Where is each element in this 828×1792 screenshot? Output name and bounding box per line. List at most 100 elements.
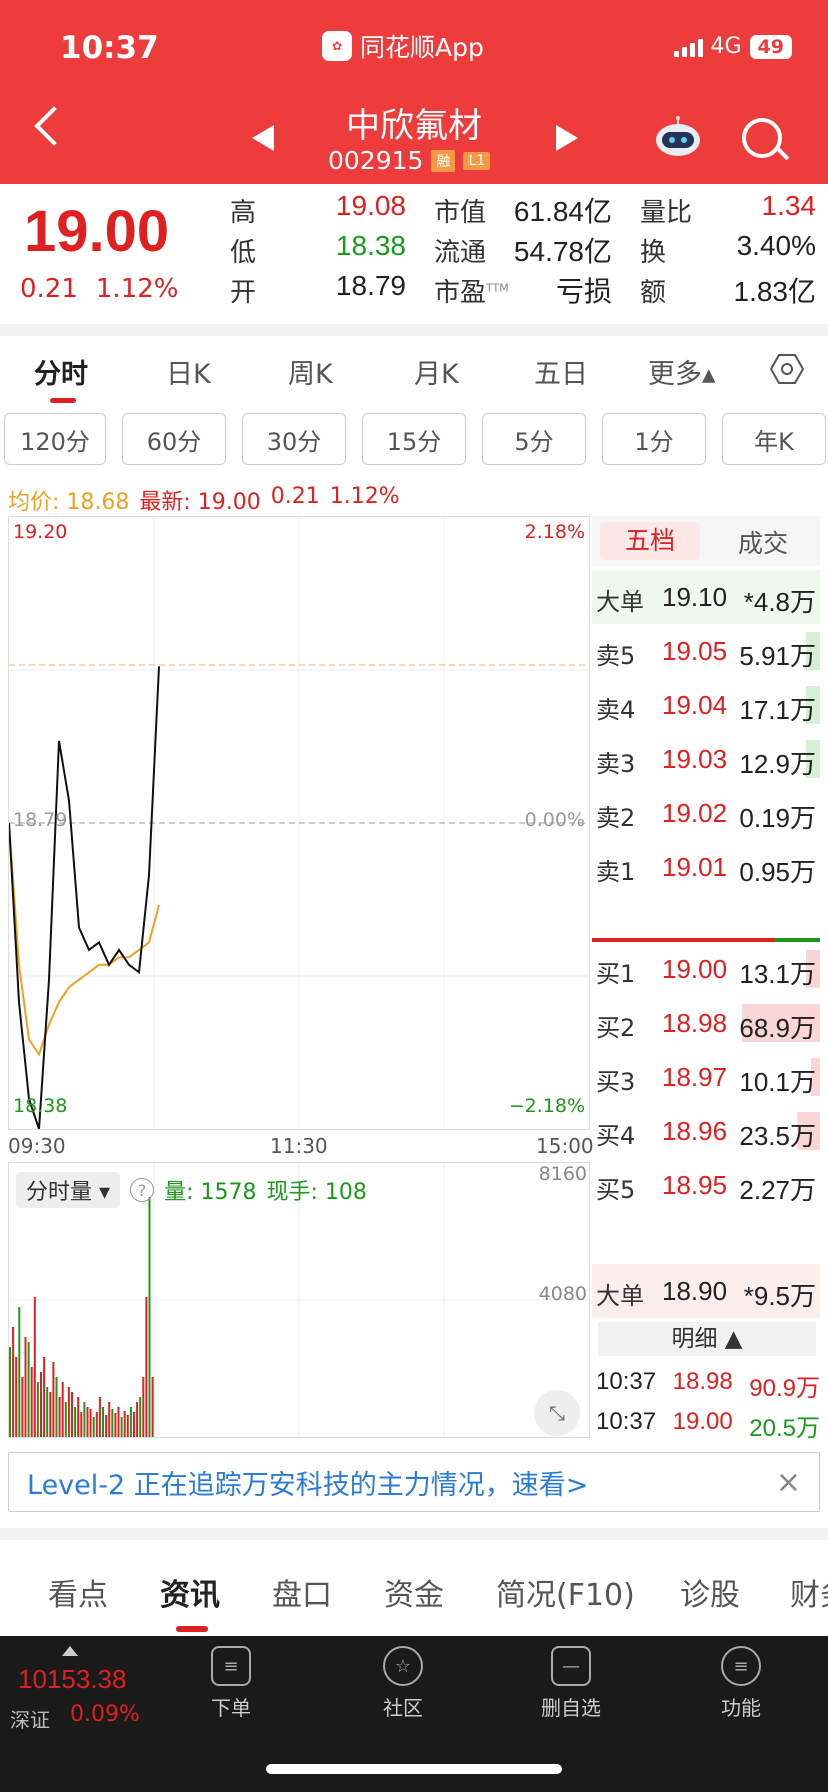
trade-volume: 90.9万	[749, 1375, 820, 1402]
info-tab-underline	[176, 1626, 208, 1632]
vol-mid-label: 4080	[538, 1283, 587, 1305]
ask-row: 卖4 19.04 17.1万	[592, 678, 820, 732]
expand-icon[interactable]: ⤡	[534, 1390, 580, 1436]
bid-price: 18.96	[662, 1116, 728, 1146]
remove-watchlist-icon: —	[551, 1646, 591, 1686]
chart-settings-icon[interactable]	[770, 352, 804, 386]
high-label: 高	[230, 198, 257, 228]
functions-icon: ≡	[721, 1646, 761, 1686]
period-year-k[interactable]: 年K	[722, 413, 826, 465]
vol-max-label: 8160	[538, 1163, 587, 1185]
big-sell-label: 大单	[596, 588, 644, 616]
low-value: 18.38	[335, 230, 406, 261]
bid-row: 买2 18.98 68.9万	[592, 996, 820, 1050]
volume-bar	[114, 1413, 117, 1437]
order-button[interactable]: ≡ 下单	[176, 1646, 286, 1721]
order-book: 五档 成交 大单 19.10 *4.8万 卖5 19.05 5.91万 卖4 19.04…	[592, 516, 820, 1442]
trade-row: 10:37 18.98 90.9万	[596, 1368, 820, 1403]
tab-order-book[interactable]: 盘口	[272, 1570, 332, 1614]
ask-volume: 12.9万	[739, 749, 816, 779]
volume-bar	[139, 1397, 142, 1437]
volume-bar	[15, 1357, 18, 1437]
tab-profile[interactable]: 简况(F10)	[496, 1570, 635, 1614]
volume-bar	[102, 1407, 104, 1437]
tab-more[interactable]: 更多▴	[648, 352, 716, 391]
ask-row: 卖1 19.01 0.95万	[592, 840, 820, 894]
volume-value: 量: 1578	[164, 1180, 257, 1205]
functions-button[interactable]: ≡ 功能	[686, 1646, 796, 1721]
status-app-label: 同花顺App	[360, 33, 484, 62]
period-60[interactable]: 60分	[122, 413, 226, 465]
tab-news[interactable]: 资讯	[160, 1570, 220, 1614]
period-15[interactable]: 15分	[362, 413, 466, 465]
last-price: 19.00	[24, 199, 170, 264]
index-value[interactable]: 10153.38	[18, 1664, 126, 1695]
tab-intraday[interactable]: 分时	[34, 352, 88, 391]
intraday-chart[interactable]: 19.20 18.79 18.38 2.18% 0.00% −2.18%	[8, 516, 590, 1130]
ask-volume: 0.95万	[739, 857, 816, 887]
volume-bar	[142, 1377, 145, 1437]
tab-monthly-k[interactable]: 月K	[414, 352, 459, 391]
robot-assistant-icon[interactable]	[654, 116, 702, 158]
big-sell-price: 19.10	[662, 582, 728, 612]
info-tabs: 看点 资讯 盘口 资金 简况(F10) 诊股 财务	[0, 1540, 828, 1636]
mktcap-label: 市值	[434, 198, 487, 228]
ask-label: 卖2	[596, 804, 636, 832]
period-selector: 120分 60分 30分 15分 5分 1分 年K	[0, 413, 828, 469]
search-icon[interactable]	[742, 118, 782, 158]
bid-price: 18.95	[662, 1170, 728, 1200]
tab-daily-k[interactable]: 日K	[166, 352, 211, 391]
tab-weekly-k[interactable]: 周K	[288, 352, 333, 391]
help-icon[interactable]: ?	[130, 1178, 155, 1202]
volume-bar	[49, 1392, 52, 1437]
price-change-row: 0.21 1.12%	[20, 274, 179, 304]
pct-min-label: −2.18%	[508, 1095, 585, 1117]
float-value: 54.78亿	[513, 236, 612, 267]
volume-bar	[148, 1197, 151, 1437]
volume-bar	[86, 1407, 89, 1437]
volume-bar	[98, 1397, 101, 1437]
period-30[interactable]: 30分	[242, 413, 346, 465]
tab-finance[interactable]: 财务	[790, 1570, 828, 1614]
tab-diagnosis[interactable]: 诊股	[680, 1570, 740, 1614]
period-120[interactable]: 120分	[4, 413, 106, 465]
community-button[interactable]: ☆ 社区	[348, 1646, 458, 1721]
y-mid-label: 18.79	[13, 809, 68, 831]
big-sell-volume: *4.8万	[743, 587, 816, 617]
detail-toggle[interactable]: 明细 ▲	[598, 1322, 816, 1356]
close-icon[interactable]: ×	[776, 1465, 801, 1500]
trade-price: 18.98	[672, 1368, 733, 1395]
tab-trades[interactable]: 成交	[738, 524, 788, 560]
status-app[interactable]: ✿ 同花顺App	[322, 28, 484, 64]
index-expand-icon[interactable]	[62, 1646, 78, 1656]
pe-label-text: 市盈	[434, 278, 487, 308]
tab-funds[interactable]: 资金	[384, 1570, 444, 1614]
volratio-value: 1.34	[761, 190, 817, 221]
volume-bar	[30, 1367, 33, 1437]
index-name: 深证	[10, 1708, 50, 1732]
volume-bar	[52, 1362, 55, 1437]
latest-change: 0.21	[270, 484, 320, 509]
period-1[interactable]: 1分	[602, 413, 706, 465]
volume-bar	[33, 1297, 36, 1437]
avg-price: 均价: 18.68	[8, 490, 130, 515]
big-sell-row: 大单 19.10 *4.8万	[592, 570, 820, 624]
volume-bar	[83, 1402, 86, 1437]
volume-type-dropdown[interactable]: 分时量 ▾	[16, 1172, 121, 1208]
remove-watchlist-button[interactable]: — 删自选	[516, 1646, 626, 1721]
volume-bar	[126, 1415, 129, 1437]
volume-bar	[92, 1417, 95, 1437]
bid-row: 买1 19.00 13.1万	[592, 942, 820, 996]
level2-banner[interactable]: Level-2 正在追踪万安科技的主力情况，速看> ×	[8, 1452, 820, 1512]
period-5[interactable]: 5分	[482, 413, 586, 465]
ask-price: 19.05	[662, 636, 728, 666]
mktcap-value: 61.84亿	[513, 196, 612, 227]
tab-five-levels[interactable]: 五档	[600, 522, 700, 560]
amount-label: 额	[640, 278, 667, 308]
tab-highlights[interactable]: 看点	[48, 1570, 108, 1614]
turnover-value: 3.40%	[736, 230, 816, 261]
divider	[0, 324, 828, 336]
tab-five-day[interactable]: 五日	[534, 352, 588, 391]
volume-bar	[74, 1407, 77, 1437]
next-stock-icon[interactable]	[556, 125, 578, 151]
